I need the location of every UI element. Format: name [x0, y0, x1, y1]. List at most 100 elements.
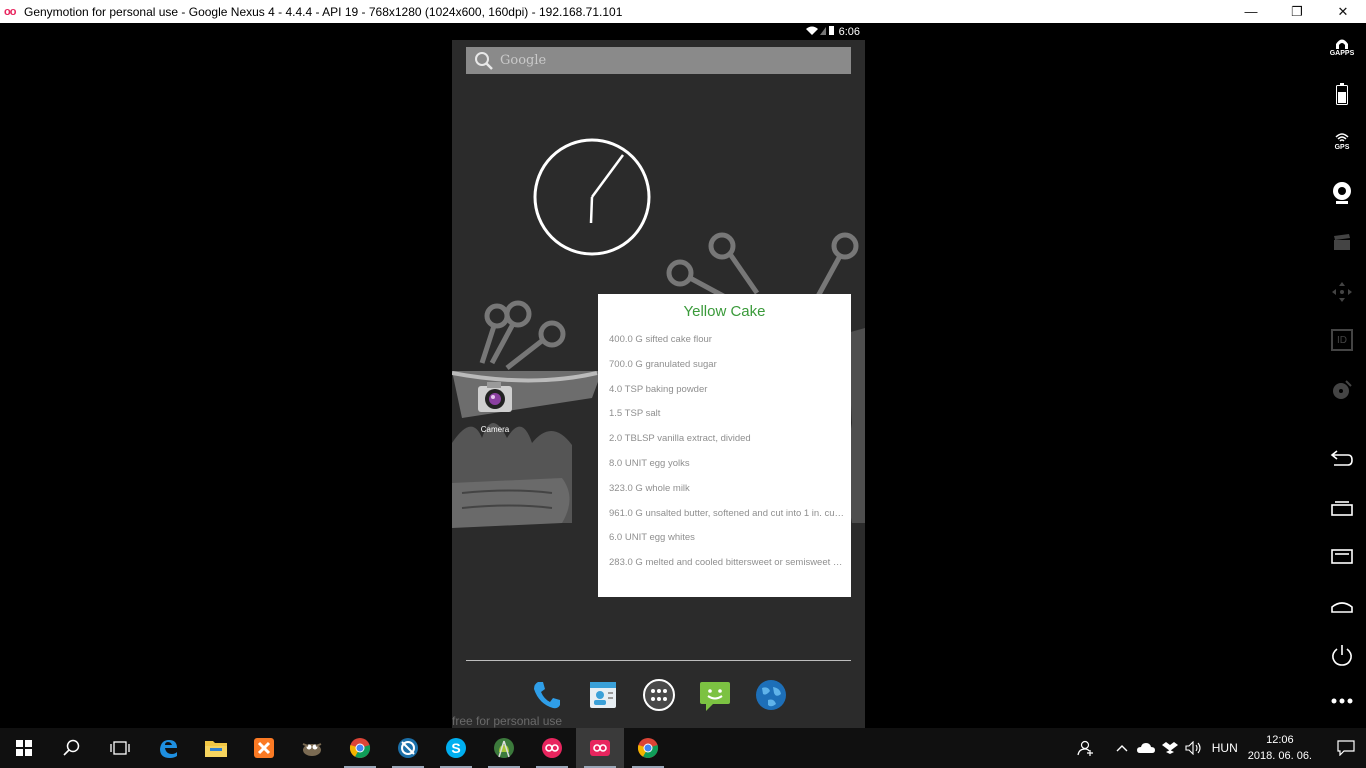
dropbox-button[interactable]	[1158, 741, 1182, 755]
gapps-icon	[1336, 39, 1348, 49]
clapperboard-icon	[1334, 234, 1350, 250]
gps-button[interactable]: GPS	[1318, 133, 1366, 151]
disk-io-button[interactable]	[1318, 379, 1366, 401]
taskbar-genymotion[interactable]	[528, 728, 576, 768]
contacts-icon[interactable]	[586, 678, 620, 712]
ingredient-item[interactable]: 2.0 TBLSP vanilla extract, divided	[598, 427, 851, 452]
battery-button[interactable]	[1318, 83, 1366, 105]
more-options-button[interactable]	[1318, 697, 1366, 705]
notification-icon	[1337, 740, 1355, 756]
taskbar-android-studio[interactable]	[480, 728, 528, 768]
taskbar-clock[interactable]: 12:06 2018. 06. 06.	[1248, 732, 1312, 764]
back-button[interactable]	[1318, 449, 1366, 467]
taskbar-genymotion-device[interactable]	[576, 728, 624, 768]
people-button[interactable]	[1074, 740, 1098, 756]
camera-app-shortcut[interactable]: Camera	[470, 378, 520, 434]
cloud-icon	[1136, 743, 1155, 753]
ingredient-item[interactable]: 961.0 G unsalted butter, softened and cu…	[598, 502, 851, 527]
device-id-button[interactable]: ID	[1318, 329, 1366, 351]
ingredient-list[interactable]: 400.0 G sifted cake flour 700.0 G granul…	[598, 328, 851, 576]
taskbar-skype[interactable]: S	[432, 728, 480, 768]
gimp-icon	[302, 743, 322, 756]
menu-button[interactable]	[1318, 547, 1366, 565]
browser-icon[interactable]	[754, 678, 788, 712]
minimize-button[interactable]: —	[1228, 0, 1274, 23]
edge-icon	[160, 740, 177, 758]
folder-icon	[205, 741, 227, 757]
remote-control-button[interactable]	[1318, 281, 1366, 303]
power-button[interactable]	[1318, 643, 1366, 667]
search-placeholder: Google	[500, 53, 547, 68]
ingredient-item[interactable]: 700.0 G granulated sugar	[598, 353, 851, 378]
webcam-button[interactable]	[1318, 181, 1366, 205]
google-search-bar[interactable]: Google	[466, 47, 851, 74]
taskbar-app-blue-globe[interactable]	[384, 728, 432, 768]
gps-label: GPS	[1334, 144, 1350, 151]
phone-icon[interactable]	[530, 678, 564, 712]
id-icon: ID	[1331, 329, 1353, 351]
webcam-icon	[1333, 182, 1351, 204]
recent-apps-button[interactable]	[1318, 499, 1366, 517]
screencast-button[interactable]	[1318, 233, 1366, 251]
dropbox-icon	[1161, 742, 1178, 754]
ingredient-item[interactable]: 1.5 TSP salt	[598, 402, 851, 427]
windows-taskbar: S HUN 12:06 2018. 06. 06.	[0, 728, 1366, 768]
taskbar-edge[interactable]	[144, 728, 192, 768]
window-title-bar: oo Genymotion for personal use - Google …	[0, 0, 1366, 23]
taskbar-chrome[interactable]	[336, 728, 384, 768]
taskbar-chrome-2[interactable]	[624, 728, 672, 768]
recipe-title: Yellow Cake	[683, 303, 766, 320]
ingredient-item[interactable]: 4.0 TSP baking powder	[598, 378, 851, 403]
task-view-icon	[110, 741, 130, 755]
clock-date: 2018. 06. 06.	[1247, 750, 1312, 762]
input-language[interactable]: HUN	[1212, 741, 1238, 755]
chrome-icon	[637, 738, 659, 758]
ingredient-item[interactable]: 8.0 UNIT egg yolks	[598, 452, 851, 477]
volume-button[interactable]	[1182, 741, 1206, 755]
taskbar-file-explorer[interactable]	[192, 728, 240, 768]
system-tray: HUN 12:06 2018. 06. 06.	[1074, 728, 1366, 768]
svg-text:S: S	[451, 740, 460, 756]
recipe-widget[interactable]: Yellow Cake 400.0 G sifted cake flour 70…	[598, 294, 851, 597]
windows-logo-icon	[16, 740, 32, 756]
ingredient-item[interactable]: 323.0 G whole milk	[598, 477, 851, 502]
blue-app-icon	[398, 738, 418, 758]
power-icon	[1332, 645, 1352, 666]
gapps-button[interactable]: GAPPS	[1318, 37, 1366, 57]
camera-label: Camera	[480, 425, 510, 434]
skype-icon: S	[446, 738, 466, 758]
restore-button[interactable]: ❐	[1274, 0, 1320, 23]
app-drawer-icon[interactable]	[642, 678, 676, 712]
ingredient-item[interactable]: 6.0 UNIT egg whites	[598, 526, 851, 551]
task-view-button[interactable]	[96, 728, 144, 768]
personal-use-watermark: free for personal use	[452, 714, 563, 728]
action-center-button[interactable]	[1326, 740, 1366, 756]
move-arrows-icon	[1332, 282, 1352, 302]
ingredient-item[interactable]: 283.0 G melted and cooled bittersweet or…	[598, 551, 851, 576]
window-title: Genymotion for personal use - Google Nex…	[24, 4, 623, 19]
ingredient-item[interactable]: 400.0 G sifted cake flour	[598, 328, 851, 353]
onedrive-button[interactable]	[1134, 742, 1158, 754]
search-icon	[475, 51, 493, 70]
taskbar-gimp[interactable]	[288, 728, 336, 768]
speaker-icon	[1185, 741, 1201, 755]
genymotion-device-icon	[590, 740, 610, 756]
genymotion-icon	[542, 738, 562, 758]
search-button[interactable]	[48, 728, 96, 768]
clock-time: 12:06	[1266, 734, 1294, 746]
search-icon	[63, 739, 80, 756]
home-button[interactable]	[1318, 597, 1366, 615]
recent-apps-icon	[1331, 501, 1353, 516]
home-dock	[452, 671, 865, 719]
close-button[interactable]: ✕	[1320, 0, 1366, 23]
messaging-icon[interactable]	[698, 678, 732, 712]
taskbar-xampp[interactable]	[240, 728, 288, 768]
show-hidden-icons-button[interactable]	[1110, 744, 1134, 752]
disk-icon	[1333, 380, 1352, 399]
dock-divider	[466, 660, 851, 661]
home-icon	[1331, 602, 1353, 613]
chrome-icon	[349, 738, 371, 758]
start-button[interactable]	[0, 728, 48, 768]
battery-icon	[1336, 83, 1348, 105]
android-screen[interactable]: 6:06 Google Camera Yellow Cake 400.0 G s…	[452, 23, 865, 728]
